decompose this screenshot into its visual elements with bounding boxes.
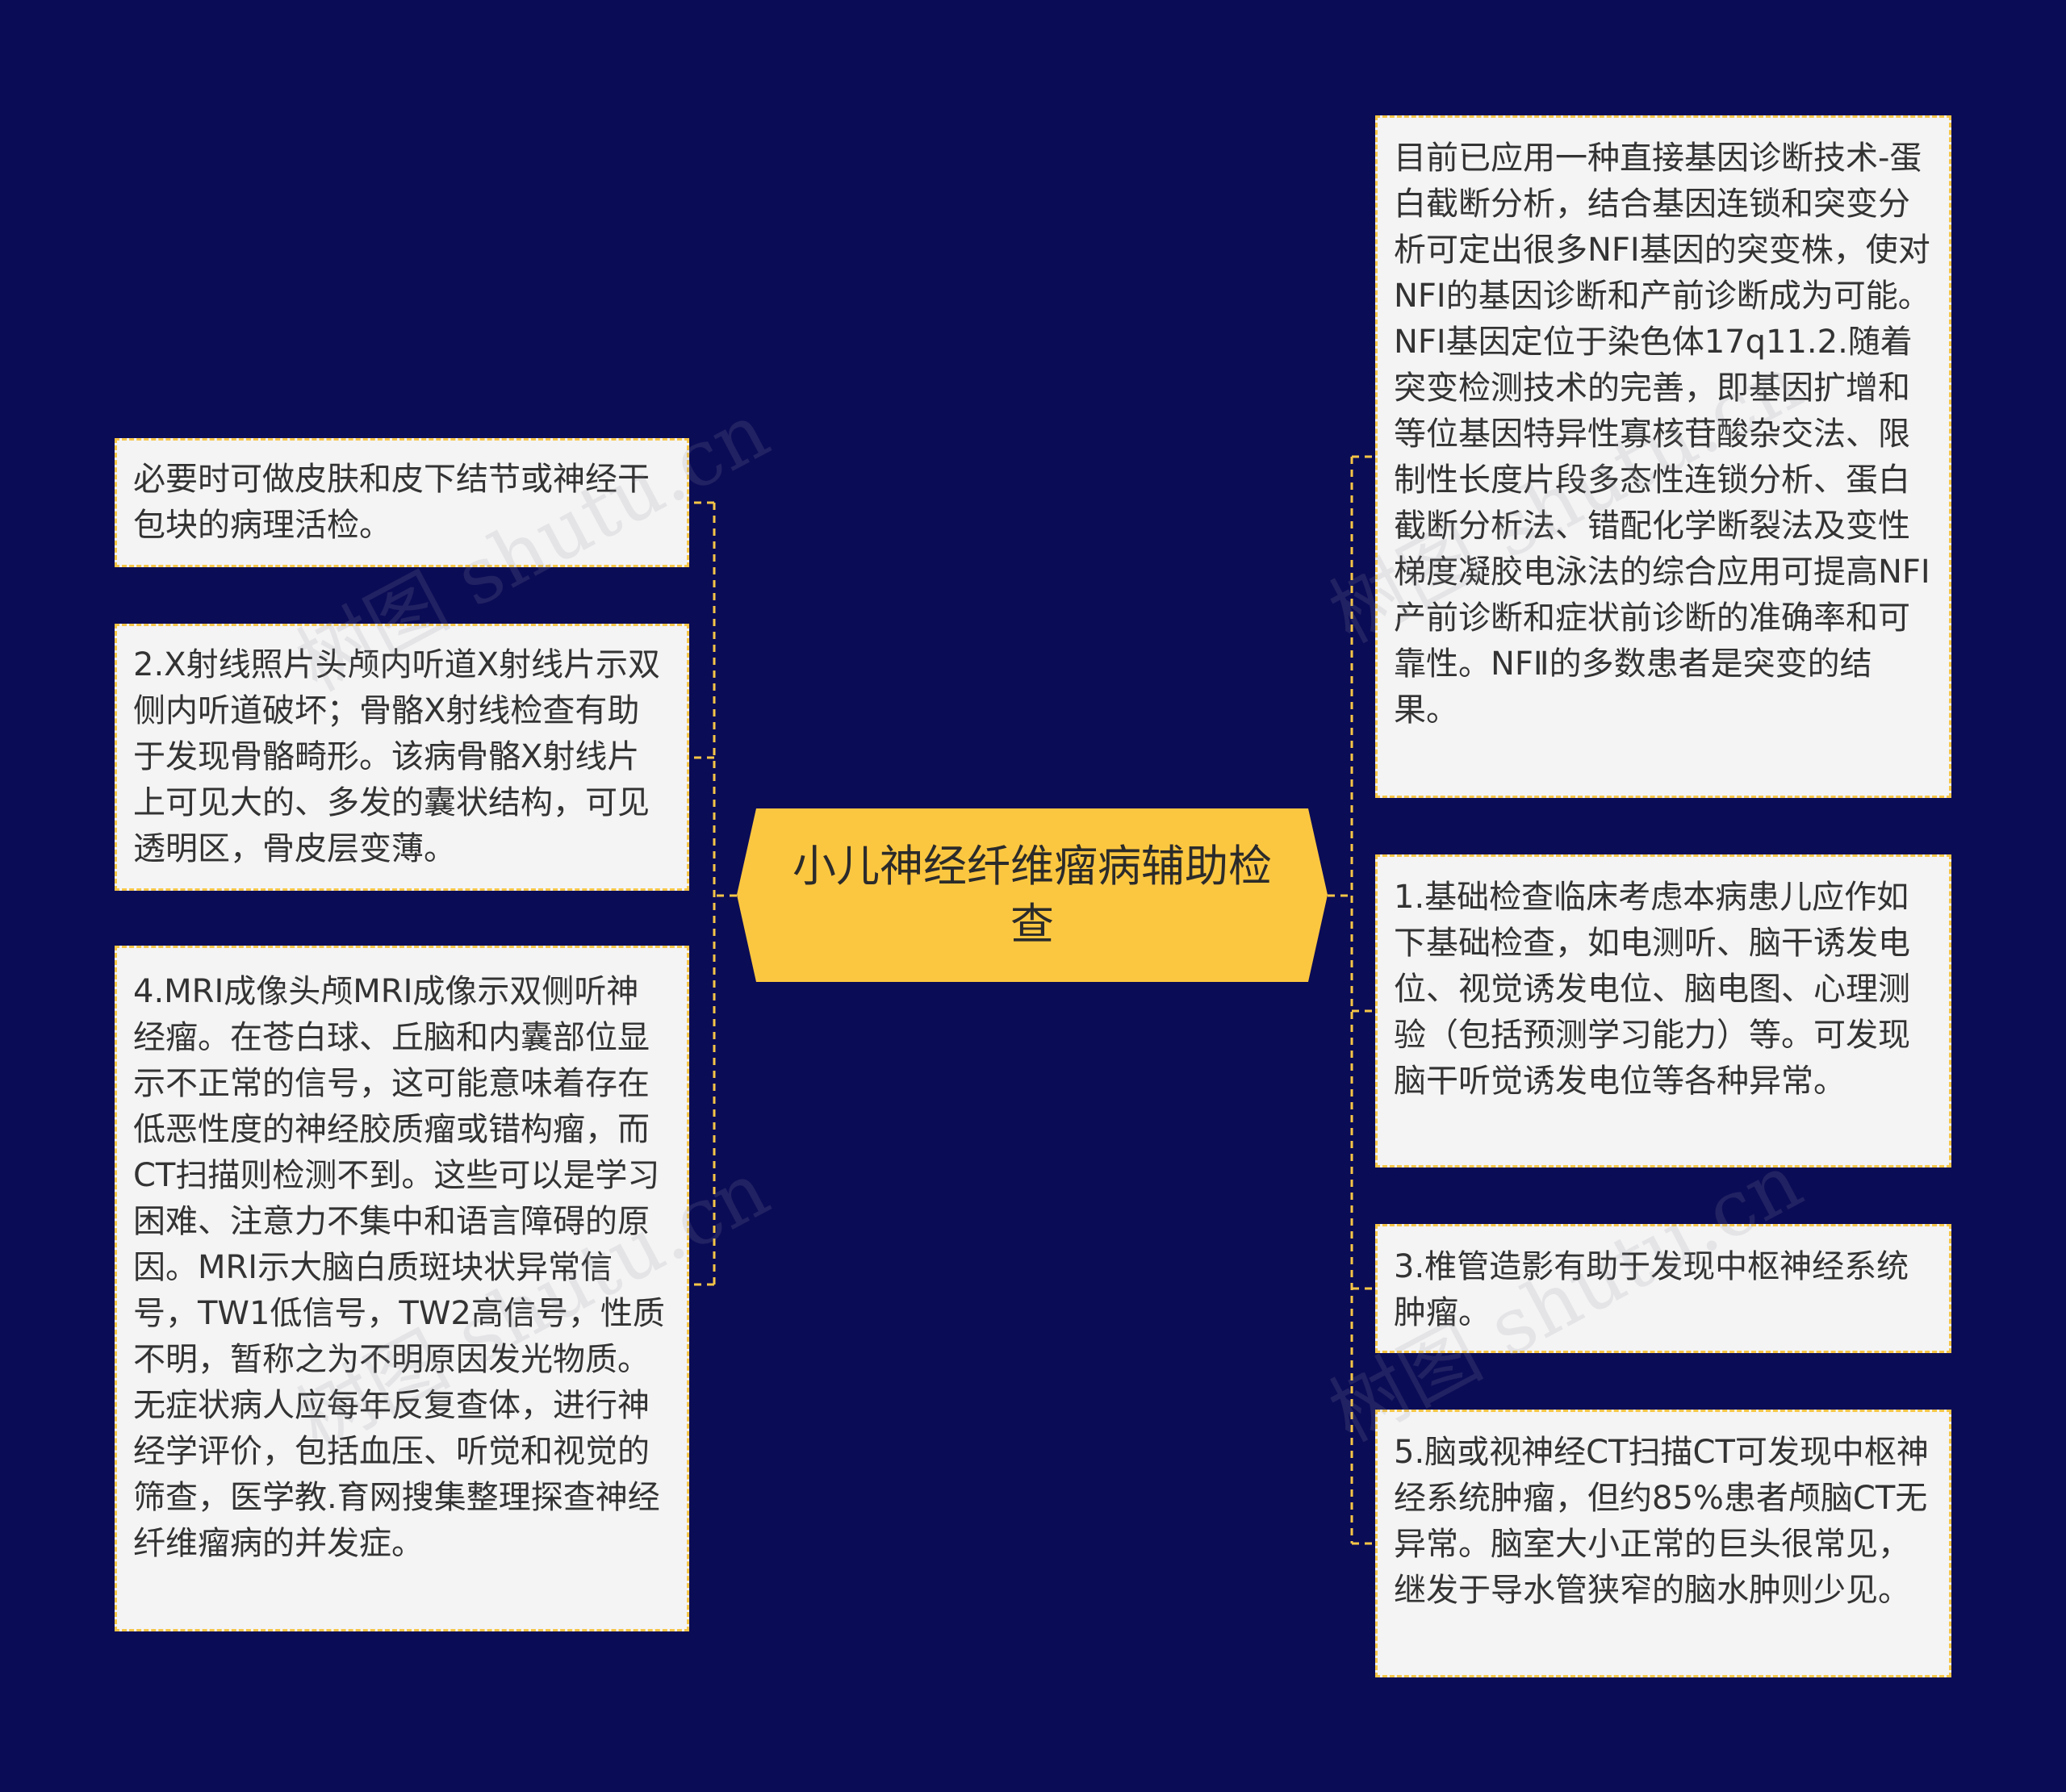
left-node-biopsy-text: 必要时可做皮肤和皮下结节或神经干包块的病理活检。: [133, 461, 650, 544]
right-node-gene-diagnosis-text: 目前已应用一种直接基因诊断技术-蛋白截断分析，结合基因连锁和突变分析可定出很多N…: [1394, 140, 1930, 729]
right-node-myelography-text: 3.椎管造影有助于发现中枢神经系统肿瘤。: [1394, 1248, 1909, 1331]
left-node-mri[interactable]: 4.MRI成像头颅MRI成像示双侧听神经瘤。在苍白球、丘脑和内囊部位显示不正常的…: [115, 946, 689, 1631]
left-node-biopsy[interactable]: 必要时可做皮肤和皮下结节或神经干包块的病理活检。: [115, 438, 689, 567]
left-node-mri-text: 4.MRI成像头颅MRI成像示双侧听神经瘤。在苍白球、丘脑和内囊部位显示不正常的…: [133, 973, 665, 1562]
right-node-ct-scan-text: 5.脑或视神经CT扫描CT可发现中枢神经系统肿瘤，但约85%患者颅脑CT无异常。…: [1394, 1434, 1929, 1609]
right-node-basic-exam-text: 1.基础检查临床考虑本病患儿应作如下基础检查，如电测听、脑干诱发电位、视觉诱发电…: [1394, 879, 1910, 1100]
right-node-myelography[interactable]: 3.椎管造影有助于发现中枢神经系统肿瘤。: [1375, 1224, 1951, 1353]
right-node-ct-scan[interactable]: 5.脑或视神经CT扫描CT可发现中枢神经系统肿瘤，但约85%患者颅脑CT无异常。…: [1375, 1410, 1951, 1677]
left-node-xray-text: 2.X射线照片头颅内听道X射线片示双侧内听道破坏；骨骼X射线检查有助于发现骨骼畸…: [133, 646, 660, 867]
left-node-xray[interactable]: 2.X射线照片头颅内听道X射线片示双侧内听道破坏；骨骼X射线检查有助于发现骨骼畸…: [115, 624, 689, 891]
connector-right-trunk: [1328, 455, 1375, 1545]
root-node-title: 小儿神经纤维瘤病辅助检查: [793, 840, 1272, 950]
mindmap-canvas: 必要时可做皮肤和皮下结节或神经干包块的病理活检。 2.X射线照片头颅内听道X射线…: [0, 0, 2066, 1792]
root-node[interactable]: 小儿神经纤维瘤病辅助检查: [737, 808, 1328, 982]
right-node-basic-exam[interactable]: 1.基础检查临床考虑本病患儿应作如下基础检查，如电测听、脑干诱发电位、视觉诱发电…: [1375, 854, 1951, 1168]
right-node-gene-diagnosis[interactable]: 目前已应用一种直接基因诊断技术-蛋白截断分析，结合基因连锁和突变分析可定出很多N…: [1375, 115, 1951, 798]
connector-left-trunk: [689, 501, 737, 1286]
